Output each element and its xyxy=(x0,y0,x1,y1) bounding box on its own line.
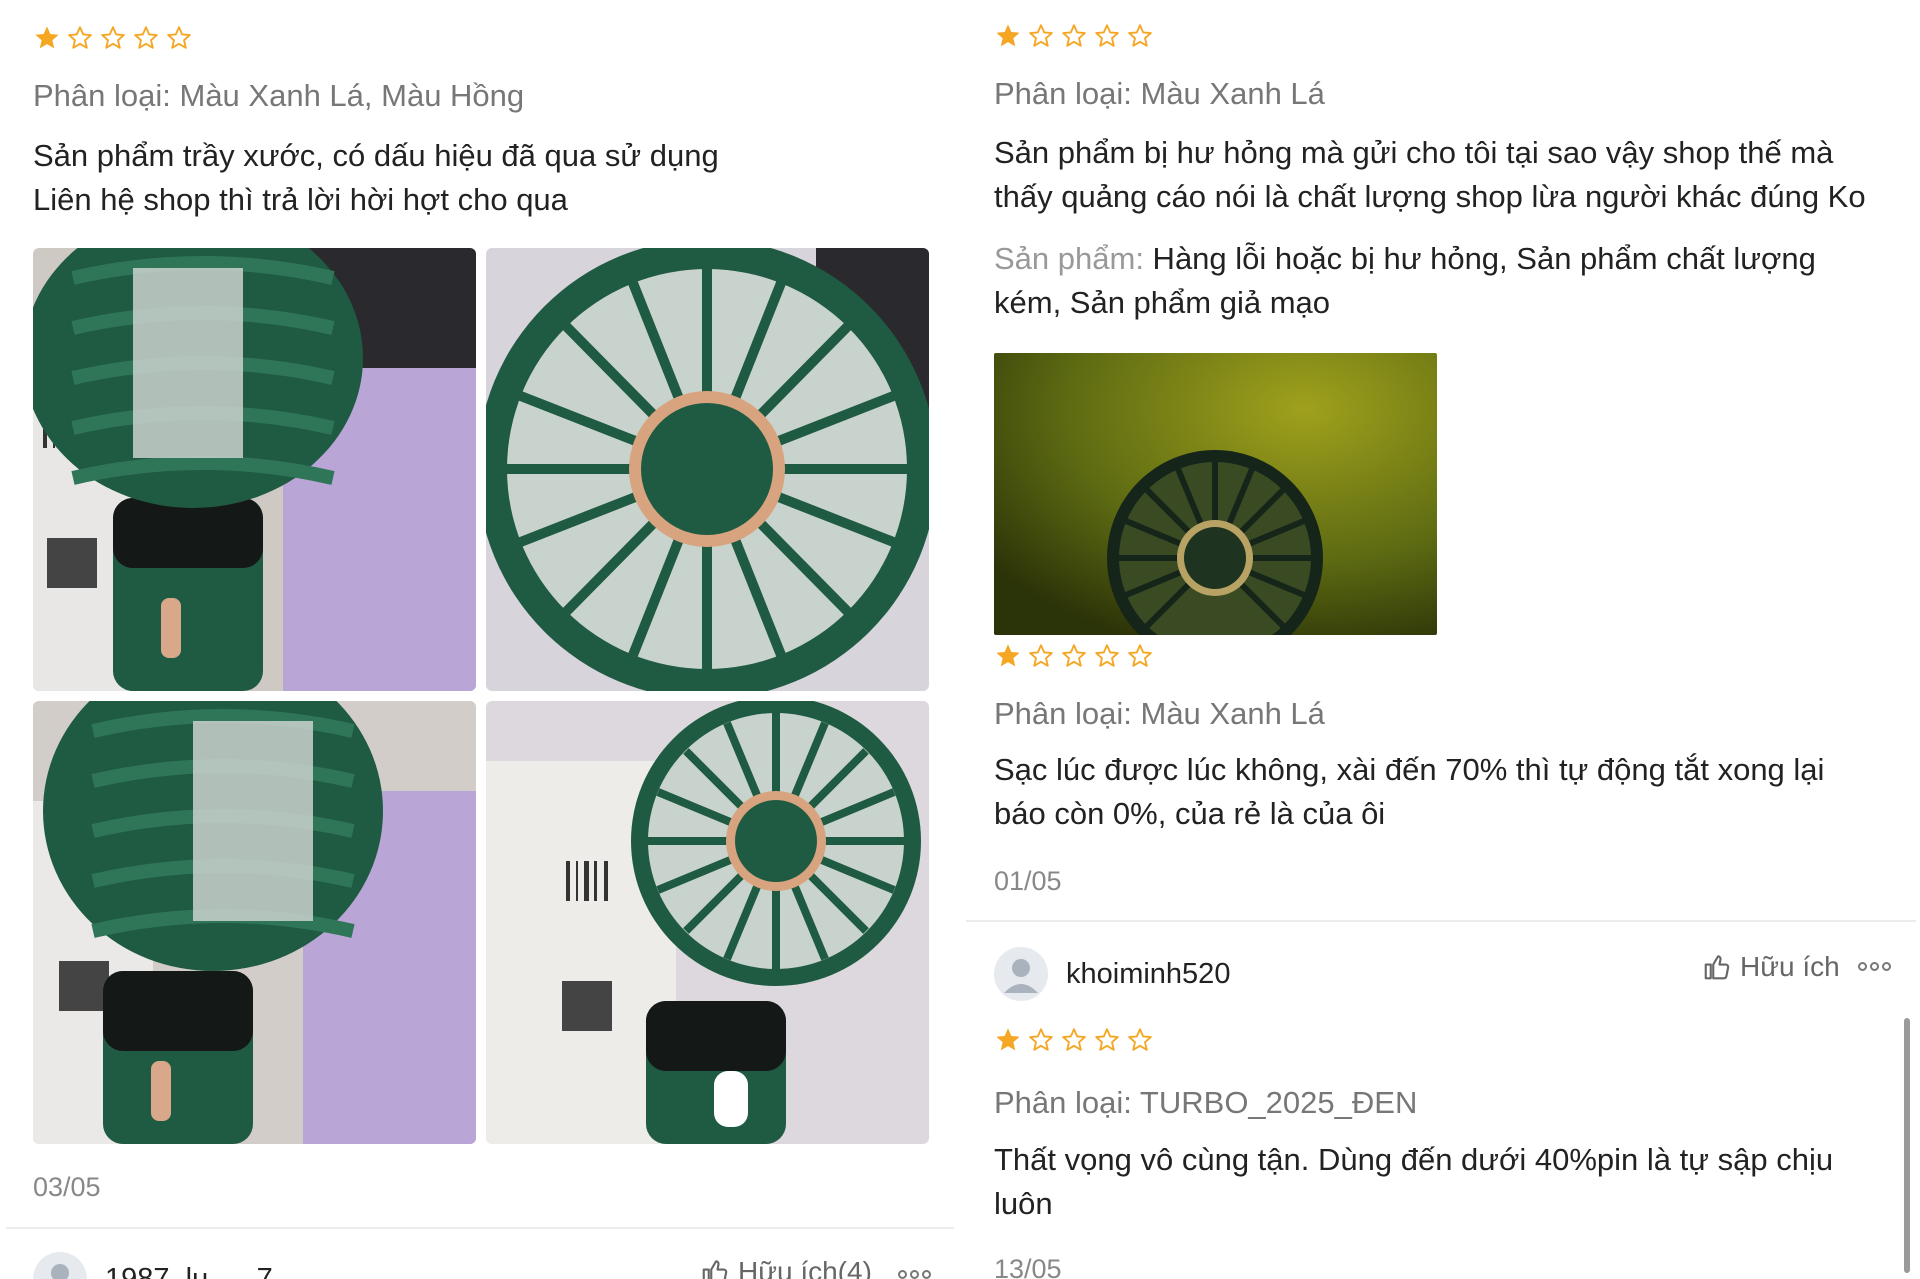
thumbs-up-icon xyxy=(1702,952,1732,982)
helpful-label: Hữu ích(4) xyxy=(738,1256,872,1279)
more-icon[interactable] xyxy=(898,1270,931,1279)
star-icon xyxy=(1027,22,1055,50)
more-icon[interactable] xyxy=(1858,962,1891,971)
avatar-icon[interactable] xyxy=(33,1252,87,1279)
star-icon xyxy=(1093,642,1121,670)
review-divider xyxy=(6,1227,954,1229)
rating-stars xyxy=(994,642,1154,670)
star-icon xyxy=(99,24,127,52)
review-date: 01/05 xyxy=(994,866,1062,896)
review-text-line: Liên hệ shop thì trả lời hời hợt cho qua xyxy=(33,182,568,217)
review-text: Sản phẩm bị hư hỏng mà gửi cho tôi tại s… xyxy=(994,131,1866,219)
reviewer[interactable]: khoiminh520 xyxy=(994,947,1230,1001)
review-variant: Phân loại: Màu Xanh Lá xyxy=(994,76,1325,111)
review-variant: Phân loại: TURBO_2025_ĐEN xyxy=(994,1085,1418,1120)
star-icon xyxy=(994,642,1022,670)
star-icon xyxy=(1093,1026,1121,1054)
review-column-right: Phân loại: Màu Xanh Lá Sản phẩm bị hư hỏ… xyxy=(966,0,1920,1279)
review-tags: Sản phẩm: Hàng lỗi hoặc bị hư hỏng, Sản … xyxy=(994,237,1816,325)
star-icon xyxy=(1126,22,1154,50)
star-icon xyxy=(994,1026,1022,1054)
thumbs-up-icon xyxy=(700,1257,730,1279)
review-text: Thất vọng vô cùng tận. Dùng đến dưới 40%… xyxy=(994,1138,1833,1226)
review-text-line: Sản phẩm bị hư hỏng mà gửi cho tôi tại s… xyxy=(994,135,1834,170)
review-variant: Phân loại: Màu Xanh Lá, Màu Hồng xyxy=(33,78,525,113)
review-text-line: luôn xyxy=(994,1186,1053,1221)
review-text-line: Sản phẩm trầy xước, có dấu hiệu đã qua s… xyxy=(33,138,719,173)
review-divider xyxy=(966,920,1916,922)
tags-value: Hàng lỗi hoặc bị hư hỏng, Sản phẩm chất … xyxy=(1143,241,1816,276)
review-text-line: thấy quảng cáo nói là chất lượng shop lừ… xyxy=(994,179,1866,214)
star-icon xyxy=(33,24,61,52)
review-text: Sạc lúc được lúc không, xài đến 70% thì … xyxy=(994,748,1824,836)
star-icon xyxy=(132,24,160,52)
reviewer-username[interactable]: 1987_lu___7 xyxy=(105,1263,273,1279)
star-icon xyxy=(1027,1026,1055,1054)
rating-stars xyxy=(994,1026,1154,1054)
review-photo[interactable] xyxy=(486,701,929,1144)
review-photo[interactable] xyxy=(33,248,476,691)
review-variant: Phân loại: Màu Xanh Lá xyxy=(994,696,1325,731)
rating-stars xyxy=(994,22,1154,50)
helpful-button[interactable]: Hữu ích xyxy=(1702,951,1840,983)
star-icon xyxy=(1060,22,1088,50)
review-text-line: báo còn 0%, của rẻ là của ôi xyxy=(994,796,1386,831)
review-column-left: Phân loại: Màu Xanh Lá, Màu Hồng Sản phẩ… xyxy=(0,0,960,1279)
rating-stars xyxy=(33,24,193,52)
review-photo[interactable] xyxy=(486,248,929,691)
helpful-label: Hữu ích xyxy=(1740,951,1840,982)
star-icon xyxy=(1060,642,1088,670)
review-date: 03/05 xyxy=(33,1172,101,1202)
star-icon xyxy=(1027,642,1055,670)
tags-label: Sản phẩm: xyxy=(994,241,1144,276)
avatar-icon[interactable] xyxy=(994,947,1048,1001)
helpful-button[interactable]: Hữu ích(4) xyxy=(700,1256,872,1279)
tags-value: kém, Sản phẩm giả mạo xyxy=(994,285,1331,320)
star-icon xyxy=(1060,1026,1088,1054)
scrollbar[interactable] xyxy=(1904,1018,1910,1273)
reviewer[interactable]: 1987_lu___7 xyxy=(33,1252,273,1279)
star-icon xyxy=(1093,22,1121,50)
star-icon xyxy=(1126,642,1154,670)
review-photo[interactable] xyxy=(994,353,1437,635)
review-photo[interactable] xyxy=(33,701,476,1144)
star-icon xyxy=(994,22,1022,50)
review-date: 13/05 xyxy=(994,1254,1062,1279)
review-text-line: Sạc lúc được lúc không, xài đến 70% thì … xyxy=(994,752,1825,787)
star-icon xyxy=(165,24,193,52)
star-icon xyxy=(1126,1026,1154,1054)
review-text: Sản phẩm trầy xước, có dấu hiệu đã qua s… xyxy=(33,134,719,222)
reviewer-username[interactable]: khoiminh520 xyxy=(1066,958,1230,991)
star-icon xyxy=(66,24,94,52)
review-text-line: Thất vọng vô cùng tận. Dùng đến dưới 40%… xyxy=(994,1142,1834,1177)
